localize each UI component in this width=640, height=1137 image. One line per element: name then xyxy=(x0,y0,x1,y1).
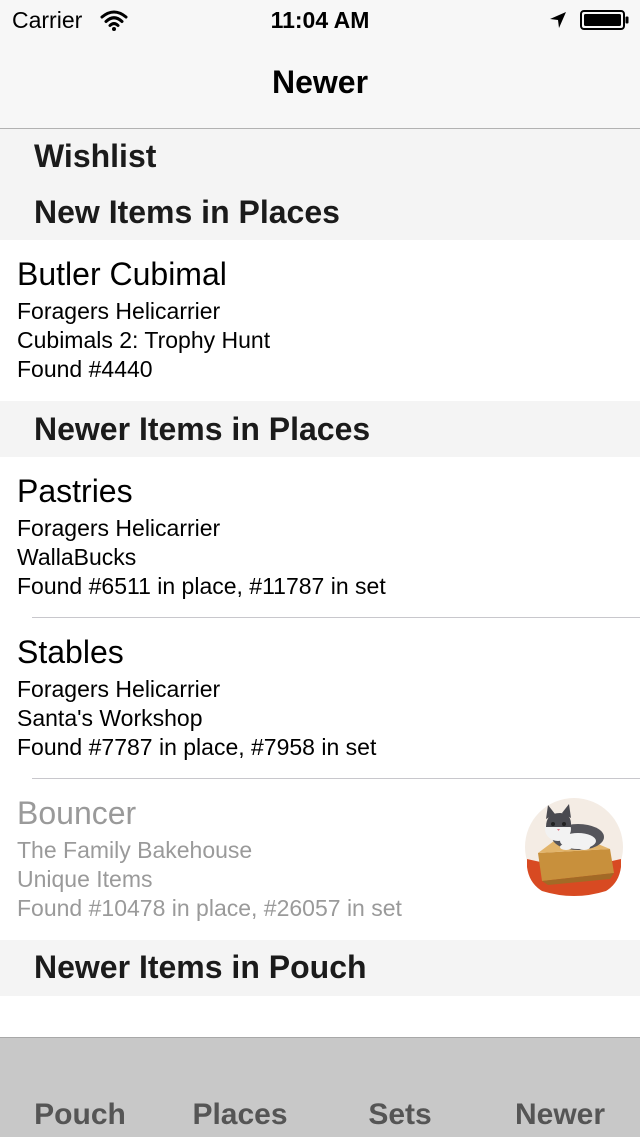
item-found: Found #10478 in place, #26057 in set xyxy=(17,895,402,921)
list-item[interactable]: Pastries Foragers Helicarrier WallaBucks… xyxy=(0,457,640,617)
section-header-new-items: New Items in Places xyxy=(0,185,640,240)
tab-bar: Pouch Places Sets Newer xyxy=(0,1037,640,1137)
list-item[interactable]: Butler Cubimal Foragers Helicarrier Cubi… xyxy=(0,240,640,401)
item-set: Santa's Workshop xyxy=(17,705,203,731)
item-found: Found #4440 xyxy=(17,356,153,382)
item-title: Butler Cubimal xyxy=(17,256,227,292)
battery-icon xyxy=(580,10,629,30)
clock: 11:04 AM xyxy=(270,7,370,33)
cat-in-box-icon xyxy=(525,798,623,896)
status-bar: Carrier 11:04 AM xyxy=(0,0,640,40)
item-set: WallaBucks xyxy=(17,544,137,570)
section-header-wishlist: Wishlist xyxy=(0,129,640,185)
section-header-newer-pouch: Newer Items in Pouch xyxy=(0,940,640,996)
item-place: Foragers Helicarrier xyxy=(17,515,221,541)
list-item[interactable]: Bouncer The Family Bakehouse Unique Item… xyxy=(0,779,640,940)
tab-sets[interactable]: Sets xyxy=(320,1098,480,1132)
section-label: New Items in Places xyxy=(34,194,340,230)
item-title: Stables xyxy=(17,634,124,670)
location-arrow-icon xyxy=(550,12,566,28)
item-set: Cubimals 2: Trophy Hunt xyxy=(17,327,271,353)
item-place: The Family Bakehouse xyxy=(17,837,253,863)
section-label: Newer Items in Pouch xyxy=(34,949,367,985)
item-place: Foragers Helicarrier xyxy=(17,298,221,324)
page-title: Newer xyxy=(271,64,369,100)
section-label: Newer Items in Places xyxy=(34,411,371,447)
item-found: Found #7787 in place, #7958 in set xyxy=(17,734,377,760)
item-found: Found #6511 in place, #11787 in set xyxy=(17,573,386,599)
tab-places[interactable]: Places xyxy=(160,1098,320,1132)
section-label: Wishlist xyxy=(34,138,157,174)
navigation-bar: Newer xyxy=(0,40,640,129)
tab-pouch[interactable]: Pouch xyxy=(0,1098,160,1132)
items-list[interactable]: Wishlist New Items in Places Butler Cubi… xyxy=(0,129,640,1037)
item-title: Bouncer xyxy=(17,795,137,831)
section-header-newer-items: Newer Items in Places xyxy=(0,401,640,457)
tab-newer[interactable]: Newer xyxy=(480,1098,640,1132)
list-item[interactable]: Stables Foragers Helicarrier Santa's Wor… xyxy=(0,618,640,778)
item-title: Pastries xyxy=(17,473,133,509)
item-set: Unique Items xyxy=(17,866,153,892)
item-place: Foragers Helicarrier xyxy=(17,676,221,702)
